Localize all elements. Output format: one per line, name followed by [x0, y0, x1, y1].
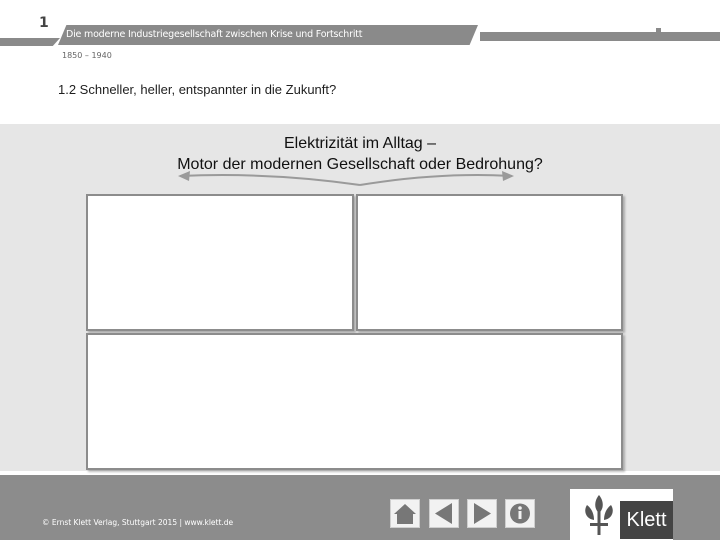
info-icon — [510, 503, 530, 524]
arrow-left-icon — [435, 503, 452, 524]
info-button[interactable] — [505, 499, 535, 528]
previous-button[interactable] — [429, 499, 459, 528]
header-band-right — [480, 32, 720, 41]
answer-box-bottom[interactable] — [86, 333, 623, 470]
answer-box-right[interactable] — [356, 194, 623, 331]
arrow-right-icon — [474, 503, 491, 524]
header-band-notch — [656, 28, 661, 41]
chapter-number: 1 — [39, 15, 49, 31]
slide-title: Elektrizität im Alltag – Motor der moder… — [0, 133, 720, 175]
answer-box-left[interactable] — [86, 194, 354, 331]
home-icon — [394, 504, 416, 524]
klett-wordmark: Klett — [620, 501, 673, 539]
next-button[interactable] — [467, 499, 497, 528]
chapter-title: Die moderne Industriegesellschaft zwisch… — [66, 29, 363, 40]
copyright-text: © Ernst Klett Verlag, Stuttgart 2015 | w… — [42, 518, 234, 527]
slide-title-line1: Elektrizität im Alltag – — [283, 135, 437, 152]
chapter-years: 1850 – 1940 — [62, 51, 112, 60]
klett-logo: Klett — [570, 489, 673, 540]
section-heading: 1.2 Schneller, heller, entspannter in di… — [58, 82, 337, 97]
klett-emblem-icon — [585, 495, 613, 535]
slide-title-line2: Motor der modernen Gesellschaft oder Bed… — [177, 156, 543, 173]
header-band-left — [0, 38, 60, 46]
home-button[interactable] — [390, 499, 420, 528]
